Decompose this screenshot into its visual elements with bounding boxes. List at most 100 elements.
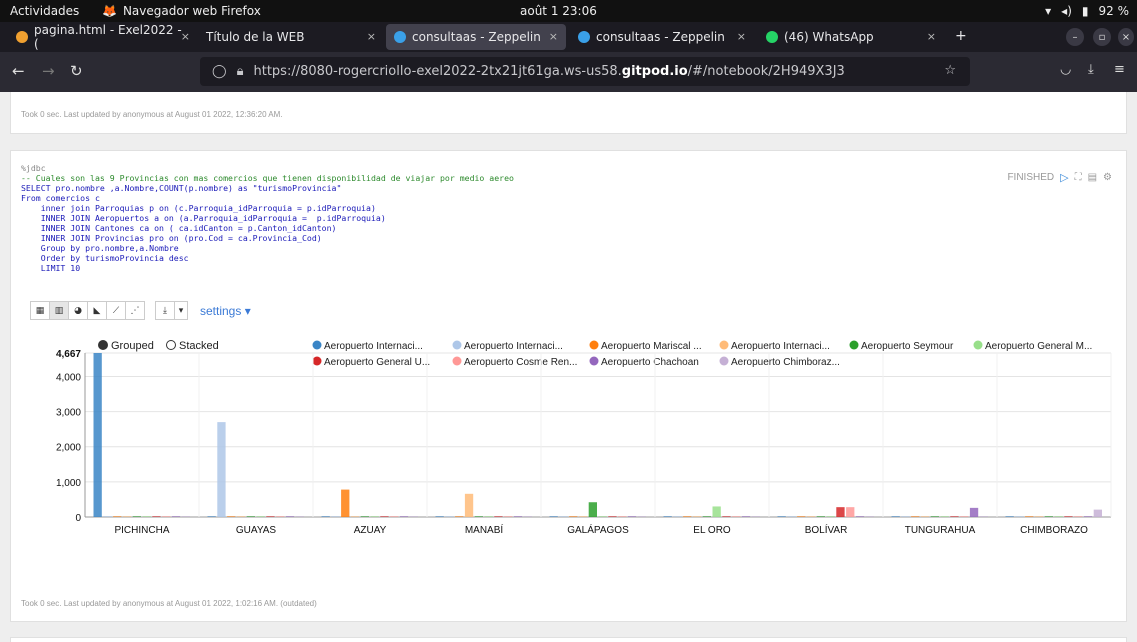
bar: [1025, 516, 1034, 517]
expand-icon[interactable]: ⛶: [1075, 172, 1082, 183]
pie-chart-icon[interactable]: ◕: [68, 301, 88, 320]
legend-swatch: [312, 340, 322, 350]
bar: [816, 516, 825, 517]
url-text: https://8080-rogercriollo-exel2022-2tx21…: [253, 64, 845, 79]
tab-zeppelin[interactable]: consultaas - Zeppelin ×: [570, 24, 754, 50]
shield-icon[interactable]: ◯: [212, 64, 227, 79]
bar: [663, 516, 672, 517]
forward-icon[interactable]: →: [42, 62, 55, 80]
close-tab-icon[interactable]: ×: [367, 30, 376, 43]
close-tab-icon[interactable]: ×: [927, 30, 936, 43]
mode-radio-stacked[interactable]: [166, 340, 176, 350]
bar: [171, 516, 181, 517]
download-icon[interactable]: ⤓: [155, 301, 175, 320]
downloads-icon[interactable]: ⤓: [1088, 62, 1094, 77]
close-tab-icon[interactable]: ×: [549, 30, 558, 43]
legend-label: Aeropuerto Internaci...: [324, 341, 423, 352]
bar: [445, 516, 454, 517]
bar: [331, 516, 340, 517]
scatter-chart-icon[interactable]: ⋰: [125, 301, 145, 320]
activities-button[interactable]: Actividades: [10, 4, 79, 18]
tab-label: pagina.html - Exel2022 - (: [33, 23, 182, 51]
bar: [132, 516, 141, 517]
x-tick-label: BOLÍVAR: [805, 523, 848, 536]
x-tick-label: TUNGURAHUA: [905, 525, 976, 536]
bar: [494, 516, 503, 517]
bar-chart: Grouped Stacked Aeropuerto Internaci... Aer…: [11, 327, 1126, 577]
paragraph-controls: FINISHED ▷ ⛶ ▤ ⚙: [1007, 171, 1112, 184]
area-chart-icon[interactable]: ◣: [87, 301, 107, 320]
bookmark-star-icon[interactable]: ☆: [944, 63, 956, 78]
app-name: Navegador web Firefox: [122, 4, 261, 18]
tab-zeppelin-active[interactable]: consultaas - Zeppelin ×: [386, 24, 566, 50]
system-tray[interactable]: ▾ ◂) ▮ 92 %: [1045, 4, 1129, 18]
bar: [113, 516, 122, 517]
clock[interactable]: août 1 23:06: [520, 4, 597, 18]
url-bar[interactable]: ◯ 🔒︎ https://8080-rogercriollo-exel2022-…: [200, 57, 970, 86]
bar: [559, 516, 568, 517]
bar: [777, 516, 786, 517]
bar: [865, 516, 874, 517]
bar: [1074, 516, 1083, 517]
bar: [236, 516, 246, 517]
bar: [901, 516, 910, 517]
bar: [722, 516, 731, 517]
bar: [692, 516, 702, 517]
bar: [549, 516, 558, 517]
bar: [950, 516, 959, 517]
reload-icon[interactable]: ↻: [70, 62, 83, 80]
y-tick-label: 1,000: [56, 478, 81, 489]
bar: [1083, 516, 1093, 517]
bar: [152, 516, 161, 517]
bar: [673, 516, 682, 517]
bar: [569, 516, 578, 517]
mode-radio-grouped[interactable]: [98, 340, 108, 350]
chevron-down-icon[interactable]: ▾: [174, 301, 188, 320]
bar: [787, 516, 796, 517]
bar: [256, 516, 265, 517]
tab-pagina[interactable]: pagina.html - Exel2022 - ( ×: [8, 23, 198, 51]
bar: [960, 516, 969, 517]
book-icon[interactable]: ▤: [1088, 172, 1097, 183]
menu-icon[interactable]: ≡: [1114, 62, 1125, 77]
code-editor[interactable]: %jdbc -- Cuales son las 9 Provincias con…: [21, 163, 514, 273]
battery-icon: ▮: [1081, 4, 1089, 18]
legend-swatch: [452, 340, 462, 350]
gear-icon[interactable]: ⚙: [1103, 172, 1112, 183]
bar: [217, 422, 226, 517]
settings-toggle[interactable]: settings ▾: [200, 304, 251, 318]
close-window-icon[interactable]: ×: [1118, 28, 1134, 46]
run-icon[interactable]: ▷: [1060, 171, 1068, 184]
table-view-icon[interactable]: ▦: [30, 301, 50, 320]
bar: [1005, 516, 1014, 517]
line-chart-icon[interactable]: ⟋: [106, 301, 126, 320]
wifi-icon: ▾: [1045, 4, 1052, 18]
bar: [891, 516, 900, 517]
bar: [1064, 516, 1073, 517]
tab-label: consultaas - Zeppelin: [412, 30, 541, 44]
bar: [1044, 516, 1053, 517]
pocket-icon[interactable]: ◡: [1060, 62, 1071, 77]
bar-chart-icon[interactable]: ▥: [49, 301, 69, 320]
maximize-icon[interactable]: ▫: [1093, 28, 1111, 46]
close-tab-icon[interactable]: ×: [181, 30, 190, 43]
back-icon[interactable]: ←: [12, 62, 25, 80]
lock-icon[interactable]: 🔒︎: [237, 64, 244, 79]
app-menu[interactable]: 🦊 Navegador web Firefox: [102, 4, 261, 18]
bar: [295, 516, 304, 517]
x-tick-label: EL ORO: [693, 525, 731, 536]
tab-titulo[interactable]: Título de la WEB ×: [198, 24, 384, 50]
legend-label: Aeropuerto Internaci...: [731, 341, 830, 352]
y-tick-label: 4,667: [56, 349, 81, 360]
paragraph-state: FINISHED: [1007, 172, 1055, 183]
bar: [806, 516, 816, 517]
bar: [732, 516, 741, 517]
new-tab-icon[interactable]: +: [955, 28, 967, 44]
bar: [826, 516, 835, 517]
bar: [797, 516, 806, 517]
close-tab-icon[interactable]: ×: [737, 30, 746, 43]
minimize-icon[interactable]: –: [1066, 28, 1084, 46]
paragraph-status: Took 0 sec. Last updated by anonymous at…: [21, 599, 317, 608]
tab-whatsapp[interactable]: (46) WhatsApp ×: [758, 24, 944, 50]
bar: [1054, 516, 1063, 517]
